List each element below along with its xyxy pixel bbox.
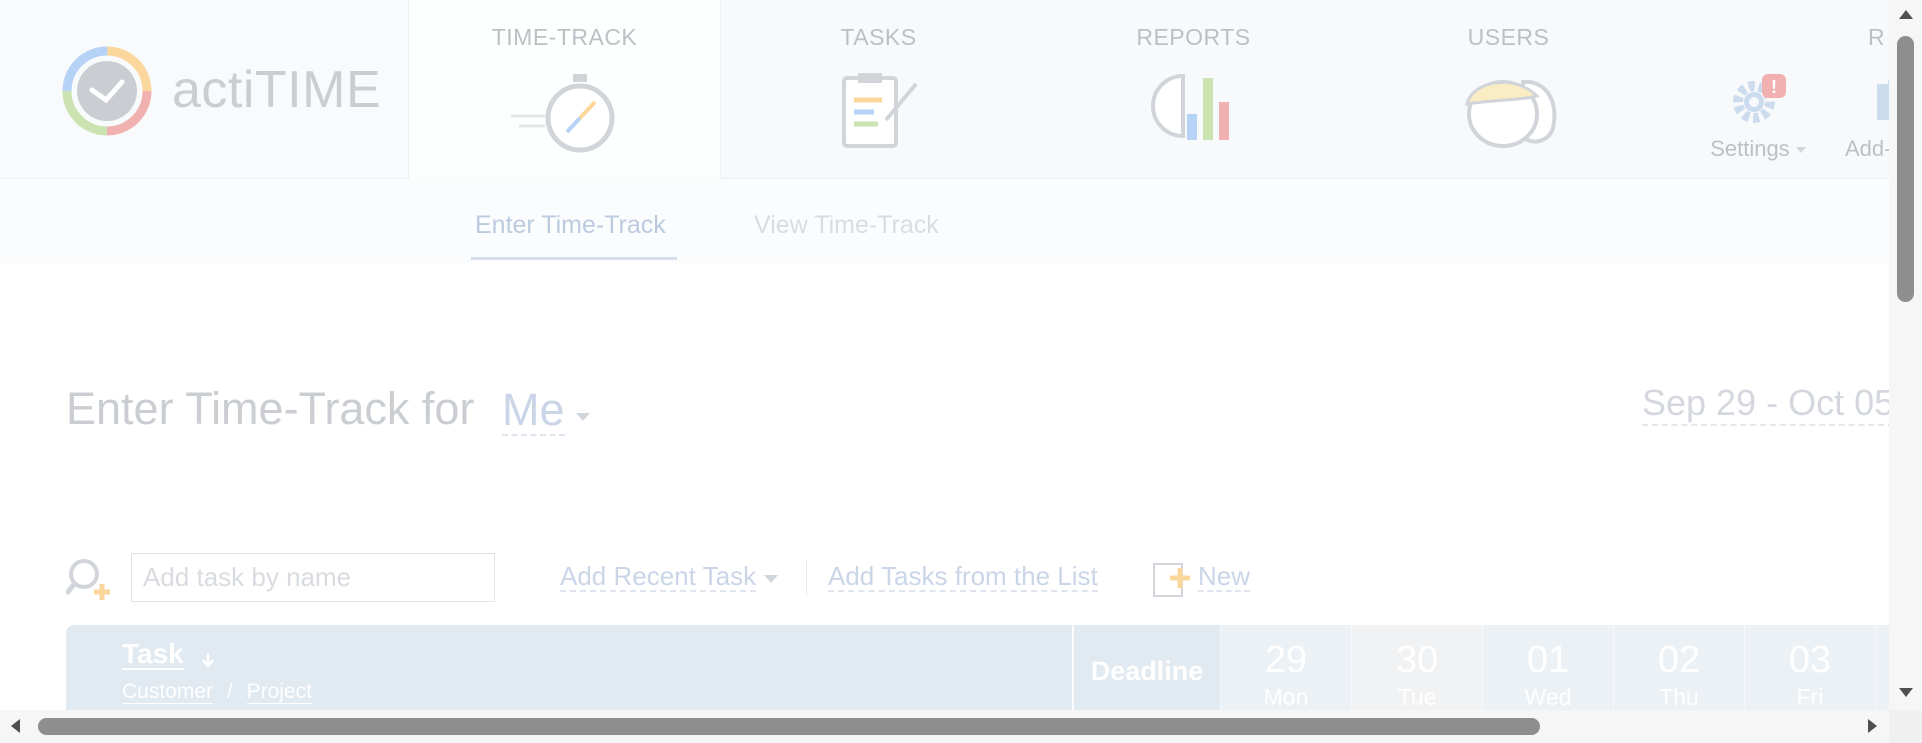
customer-project-separator: / bbox=[226, 680, 233, 703]
day-column-wed: 01 Wed bbox=[1482, 625, 1613, 710]
toolbar-separator bbox=[806, 560, 807, 596]
subtab-enter-time-track[interactable]: Enter Time-Track bbox=[475, 211, 666, 240]
settings-menu[interactable]: ! Settings bbox=[1698, 70, 1818, 162]
day-column-thu: 02 Thu bbox=[1613, 625, 1744, 710]
day-column-fri: 03 Fri bbox=[1744, 625, 1875, 710]
timetrack-grid-header: Task Customer / Project Deadline 29 Mon … bbox=[66, 625, 1889, 710]
sub-navigation: Enter Time-Track View Time-Track bbox=[0, 179, 1889, 263]
clock-logo-icon bbox=[62, 46, 152, 136]
tab-time-track-label: TIME-TRACK bbox=[491, 24, 638, 50]
customer-project-sort: Customer / Project bbox=[122, 680, 312, 704]
vertical-scroll-thumb[interactable] bbox=[1897, 36, 1914, 302]
day-weekday: Wed bbox=[1524, 684, 1572, 710]
day-number: 02 bbox=[1657, 639, 1701, 681]
new-task-icon[interactable] bbox=[1152, 562, 1192, 598]
logo-text: actiTIME bbox=[172, 61, 382, 119]
add-task-search-input[interactable] bbox=[131, 553, 495, 602]
project-sort-link[interactable]: Project bbox=[246, 680, 312, 704]
settings-badge: ! bbox=[1771, 77, 1777, 97]
tab-users[interactable]: USERS bbox=[1351, 0, 1666, 178]
app-viewport: actiTIME TIME-TRACK TASKS REPORTS USERS … bbox=[0, 0, 1889, 710]
add-ons-label: Add- bbox=[1845, 136, 1889, 161]
puzzle-icon bbox=[1877, 78, 1889, 120]
tab-time-track[interactable]: TIME-TRACK bbox=[409, 0, 721, 178]
settings-label: Settings bbox=[1698, 136, 1818, 162]
deadline-label: Deadline bbox=[1090, 656, 1204, 686]
tab-reports[interactable]: REPORTS bbox=[1036, 0, 1351, 178]
customer-sort-link[interactable]: Customer bbox=[122, 680, 214, 704]
active-subtab-indicator bbox=[471, 257, 677, 260]
task-column-header: Task Customer / Project bbox=[66, 625, 1072, 710]
new-task-link[interactable]: New bbox=[1198, 562, 1251, 592]
add-recent-task-link[interactable]: Add Recent Task bbox=[560, 562, 757, 592]
gear-icon: ! bbox=[1733, 74, 1786, 123]
task-sort-header[interactable]: Task bbox=[122, 640, 184, 670]
day-weekday: Thu bbox=[1659, 684, 1699, 710]
day-weekday: Fri bbox=[1796, 684, 1824, 710]
scroll-down-arrow-icon[interactable] bbox=[1899, 688, 1913, 697]
tab-tasks-label: TASKS bbox=[840, 24, 917, 50]
day-number: 03 bbox=[1788, 639, 1832, 681]
day-number: 30 bbox=[1395, 639, 1439, 681]
user-selector[interactable]: Me bbox=[502, 386, 565, 436]
tab-tasks[interactable]: TASKS bbox=[721, 0, 1036, 178]
scrollbar-corner bbox=[1889, 710, 1922, 743]
add-recent-task-chevron-icon[interactable] bbox=[764, 575, 778, 583]
vertical-scrollbar[interactable] bbox=[1889, 0, 1922, 710]
horizontal-scroll-thumb[interactable] bbox=[38, 718, 1540, 735]
day-weekday: Tue bbox=[1397, 684, 1437, 710]
day-column-mon: 29 Mon bbox=[1220, 625, 1351, 710]
horizontal-scrollbar[interactable] bbox=[0, 710, 1889, 743]
scroll-right-arrow-icon[interactable] bbox=[1868, 719, 1877, 733]
stopwatch-icon bbox=[510, 74, 614, 153]
day-column-next bbox=[1875, 625, 1889, 710]
day-number: 29 bbox=[1264, 639, 1308, 681]
tab-users-label: USERS bbox=[1467, 24, 1550, 50]
day-weekday: Mon bbox=[1263, 684, 1309, 710]
page-title: Enter Time-Track for bbox=[66, 383, 475, 434]
user-selector-chevron-icon[interactable] bbox=[576, 413, 590, 421]
add-tasks-from-list-link[interactable]: Add Tasks from the List bbox=[828, 562, 1098, 592]
deadline-column-header: Deadline bbox=[1073, 625, 1220, 710]
day-column-tue: 30 Tue bbox=[1351, 625, 1482, 710]
date-range-selector[interactable]: Sep 29 - Oct 05 bbox=[1642, 382, 1889, 426]
subtab-view-time-track[interactable]: View Time-Track bbox=[754, 211, 939, 240]
scroll-left-arrow-icon[interactable] bbox=[11, 719, 20, 733]
tab-truncated-label[interactable]: R bbox=[1868, 24, 1885, 51]
top-navigation: actiTIME TIME-TRACK TASKS REPORTS USERS … bbox=[0, 0, 1889, 179]
scroll-up-arrow-icon[interactable] bbox=[1899, 10, 1913, 19]
reports-chart-icon bbox=[1150, 73, 1229, 140]
day-number: 01 bbox=[1526, 639, 1570, 681]
chevron-down-icon bbox=[1795, 147, 1806, 154]
sort-down-arrow-icon[interactable] bbox=[200, 651, 216, 669]
tab-reports-label: REPORTS bbox=[1136, 24, 1251, 50]
clipboard-icon bbox=[841, 73, 918, 148]
users-icon bbox=[1464, 79, 1556, 148]
logo[interactable]: actiTIME bbox=[0, 0, 409, 179]
search-add-icon bbox=[66, 559, 110, 600]
